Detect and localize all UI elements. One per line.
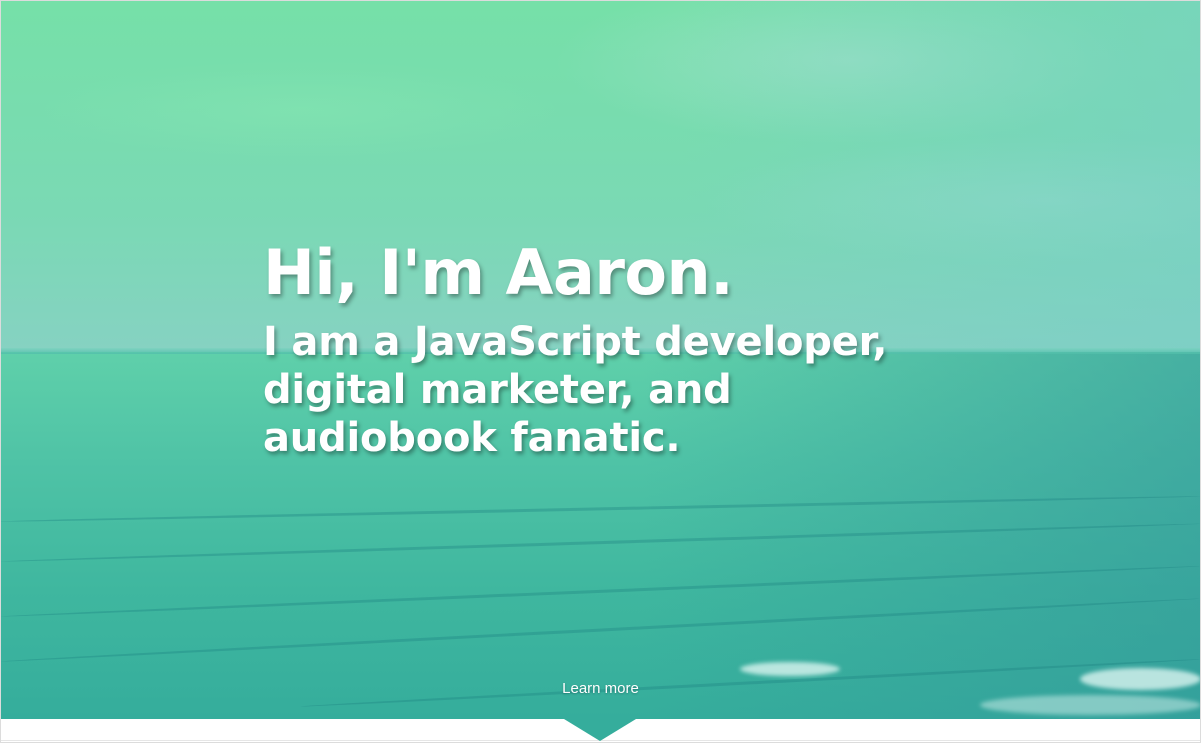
learn-more-link[interactable]: Learn more [0,680,1201,697]
hero-content: Hi, I'm Aaron. I am a JavaScript develop… [263,236,1023,462]
hero-tagline: I am a JavaScript developer, digital mar… [263,319,888,461]
wave-foam [980,695,1201,715]
wave-foam [740,662,840,676]
triangle-down-icon[interactable] [564,719,636,741]
hero-headline: Hi, I'm Aaron. [263,236,734,309]
hero-section: Hi, I'm Aaron. I am a JavaScript develop… [0,0,1201,719]
learn-more-label[interactable]: Learn more [562,680,639,697]
